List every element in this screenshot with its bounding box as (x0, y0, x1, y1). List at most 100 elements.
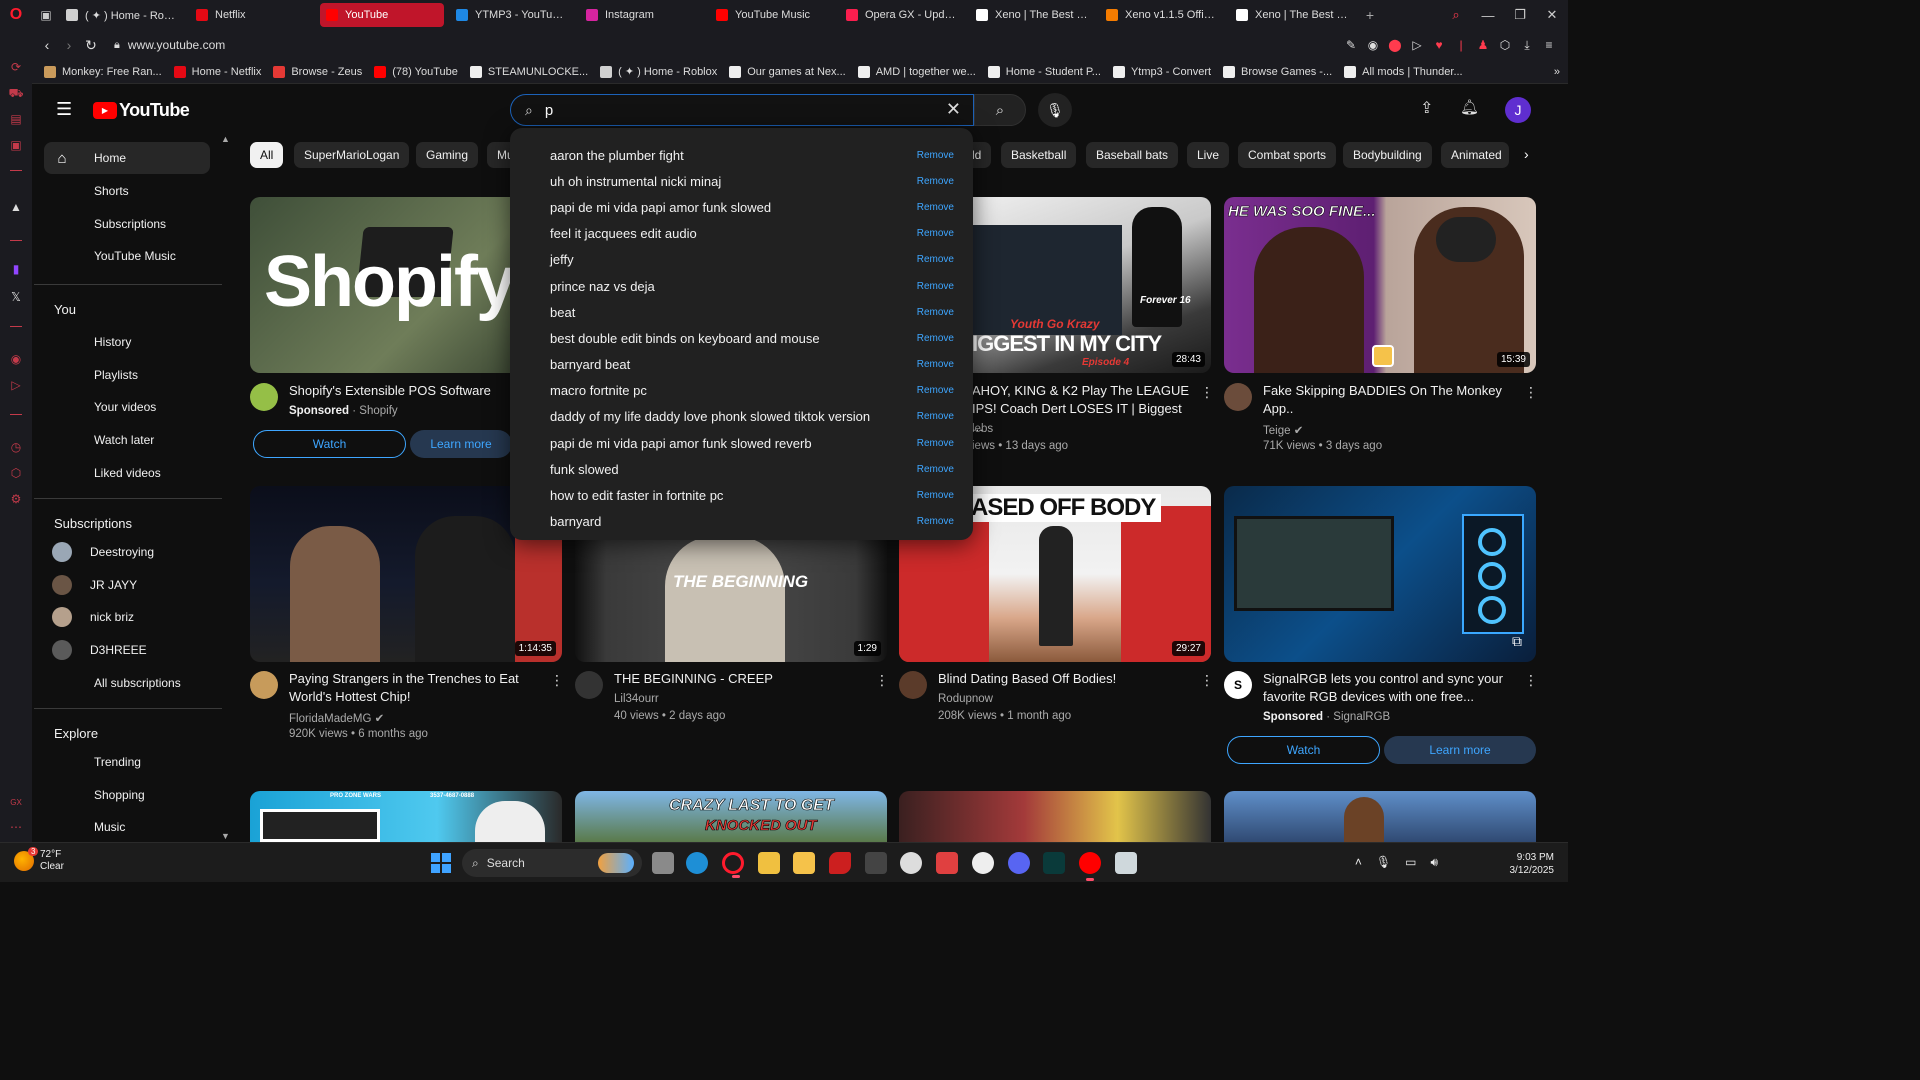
gx-icon[interactable]: GX (8, 798, 24, 814)
guide-item-youtube-music[interactable]: YouTube Music (44, 240, 210, 272)
search-button[interactable]: ⌕ (974, 94, 1026, 126)
remove-suggestion-link[interactable]: Remove (917, 411, 954, 422)
guide-item-trending[interactable]: Trending (44, 746, 210, 778)
remove-suggestion-link[interactable]: Remove (917, 438, 954, 449)
video-title[interactable]: Paying Strangers in the Trenches to Eat … (289, 670, 539, 706)
search-suggestion[interactable]: papi de mi vida papi amor funk slowed Rem… (510, 194, 973, 220)
remove-suggestion-link[interactable]: Remove (917, 464, 954, 475)
search-box[interactable]: ⌕ ✕ (510, 94, 974, 126)
remove-suggestion-link[interactable]: Remove (917, 228, 954, 239)
channel-avatar-rodupnow[interactable] (899, 671, 927, 699)
chip-live[interactable]: Live (1187, 142, 1230, 168)
bookmark-item[interactable]: All mods | Thunder... (1344, 65, 1463, 78)
profile-icon[interactable]: ♟ (1472, 38, 1494, 53)
app-box-icon[interactable] (1115, 852, 1137, 874)
chip-all[interactable]: All (250, 142, 284, 168)
download-icon[interactable]: ⤓ (1516, 38, 1538, 53)
more-options-icon[interactable]: ⋮ (1524, 672, 1538, 689)
search-suggestion[interactable]: funk slowed Remove (510, 456, 973, 482)
guide-scroll-down-icon[interactable]: ▼ (221, 831, 230, 841)
remove-suggestion-link[interactable]: Remove (917, 516, 954, 527)
video-title[interactable]: Shopify's Extensible POS Software (289, 382, 539, 400)
video-title[interactable]: Fake Skipping BADDIES On The Monkey App.… (1263, 382, 1513, 418)
channel-name[interactable]: Lil34ourr (614, 693, 659, 705)
guide-sub-nick-briz[interactable]: nick briz (44, 601, 210, 633)
remove-suggestion-link[interactable]: Remove (917, 281, 954, 292)
back-icon[interactable]: ‹ (36, 37, 58, 53)
more-options-icon[interactable]: ⋮ (1200, 672, 1214, 689)
remove-suggestion-link[interactable]: Remove (917, 150, 954, 161)
search-suggestion[interactable]: feel it jacquees edit audio Remove (510, 221, 973, 247)
maximize-icon[interactable]: ❐ (1504, 7, 1536, 23)
url-field[interactable]: www.youtube.com (128, 38, 225, 52)
guide-item-watch-later[interactable]: Watch later (44, 424, 210, 456)
video-thumbnail-league[interactable]: Youth Go Krazy IGGEST IN MY CITY Episode… (972, 197, 1211, 373)
video-thumbnail-cheer[interactable] (899, 791, 1211, 842)
guide-item-liked-videos[interactable]: Liked videos (44, 457, 210, 489)
youtube-app-icon[interactable] (1079, 852, 1101, 881)
guide-scroll-up-icon[interactable]: ▲ (221, 134, 230, 144)
chip-baseball-bats[interactable]: Baseball bats (1086, 142, 1179, 168)
chip-gaming[interactable]: Gaming (416, 142, 479, 168)
more-options-icon[interactable]: ⋮ (550, 672, 564, 689)
chip-animated[interactable]: Animated (1441, 142, 1509, 168)
bookmark-item[interactable]: STEAMUNLOCKE... (469, 65, 588, 78)
search-suggestion[interactable]: beat Remove (510, 299, 973, 325)
guide-sub-jr-jayy[interactable]: JR JAYY (44, 569, 210, 601)
guide-item-your-videos[interactable]: Your videos (44, 391, 210, 423)
guide-item-history[interactable]: History (44, 326, 210, 358)
watch-button[interactable]: Watch (253, 430, 406, 458)
bookmark-item[interactable]: Monkey: Free Ran... (44, 65, 162, 78)
chip-next-icon[interactable]: › (1524, 146, 1529, 162)
channel-name[interactable]: SignalRGB (1333, 711, 1390, 723)
search-suggestion[interactable]: barnyard Remove (510, 509, 973, 535)
news-icon[interactable]: ▤ (8, 112, 24, 128)
guide-sub-d3hreee[interactable]: D3HREEE (44, 634, 210, 666)
opera-gx-icon[interactable] (722, 852, 744, 878)
search-suggestion[interactable]: best double edit binds on keyboard and m… (510, 325, 973, 351)
search-suggestion[interactable]: prince naz vs deja Remove (510, 273, 973, 299)
workspaces-icon[interactable]: ▣ (32, 8, 60, 22)
remove-suggestion-link[interactable]: Remove (917, 307, 954, 318)
task-view-icon[interactable] (652, 852, 674, 874)
browser-tab[interactable]: Xeno | The Best Scri (1230, 3, 1354, 27)
bookmark-item[interactable]: Home - Student P... (987, 65, 1101, 78)
volume-icon[interactable]: 🔊︎ (1430, 855, 1438, 870)
remove-suggestion-link[interactable]: Remove (917, 176, 954, 187)
forward-icon[interactable]: › (58, 37, 80, 53)
video-thumbnail-signalrgb[interactable]: ⧉ (1224, 486, 1536, 662)
guide-item-shorts[interactable]: Shorts (44, 175, 210, 207)
learn-more-button[interactable]: Learn more (410, 430, 512, 458)
guide-item-playlists[interactable]: Playlists (44, 359, 210, 391)
browser-tab[interactable]: Xeno v1.1.5 Official D (1100, 3, 1224, 27)
more-options-icon[interactable]: ⋮ (875, 672, 889, 689)
learn-more-button[interactable]: Learn more (1384, 736, 1536, 764)
channel-name[interactable]: Teige ✔ (1263, 423, 1303, 437)
store-icon[interactable] (758, 852, 780, 874)
search-suggestion[interactable]: daddy of my life daddy love phonk slowed… (510, 404, 973, 430)
bookmark-item[interactable]: ( ✦ ) Home - Roblox (600, 65, 717, 78)
x-twitter-icon[interactable]: 𝕏 (8, 290, 24, 306)
tray-chevron-icon[interactable]: ˄ (1355, 855, 1362, 870)
send-arrow-icon[interactable]: ▷ (8, 378, 24, 394)
video-thumbnail-animated[interactable] (1224, 791, 1536, 842)
chip-combat-sports[interactable]: Combat sports (1238, 142, 1337, 168)
browser-tab[interactable]: Netflix (190, 3, 314, 27)
guide-item-shopping[interactable]: Shopping (44, 779, 210, 811)
taskbar-clock[interactable]: 9:03 PM 3/12/2025 (1510, 851, 1555, 877)
video-thumbnail-knocked-out[interactable]: CRAZY LAST TO GET KNOCKED OUT (575, 791, 887, 842)
search-suggestion[interactable]: papi de mi vida papi amor funk slowed re… (510, 430, 973, 456)
bookmark-item[interactable]: Browse Games -... (1223, 65, 1332, 78)
settings-gear-icon[interactable]: ⚙ (8, 492, 24, 508)
bookmark-item[interactable]: Ytmp3 - Convert (1112, 65, 1211, 78)
network-icon[interactable]: ▭ (1405, 855, 1416, 870)
channel-avatar-floridamademg[interactable] (250, 671, 278, 699)
guide-item-home[interactable]: ⌂ Home (44, 142, 210, 174)
guide-item-all-subscriptions[interactable]: All subscriptions (44, 667, 210, 699)
menu-icon[interactable]: ≡ (1538, 38, 1560, 53)
remove-suggestion-link[interactable]: Remove (917, 202, 954, 213)
guide-sub-deestroying[interactable]: Deestroying (44, 536, 210, 568)
discord-icon[interactable] (1008, 852, 1030, 874)
clear-search-icon[interactable]: ✕ (946, 99, 961, 120)
gx-control-icon[interactable]: ⟳ (8, 60, 24, 76)
